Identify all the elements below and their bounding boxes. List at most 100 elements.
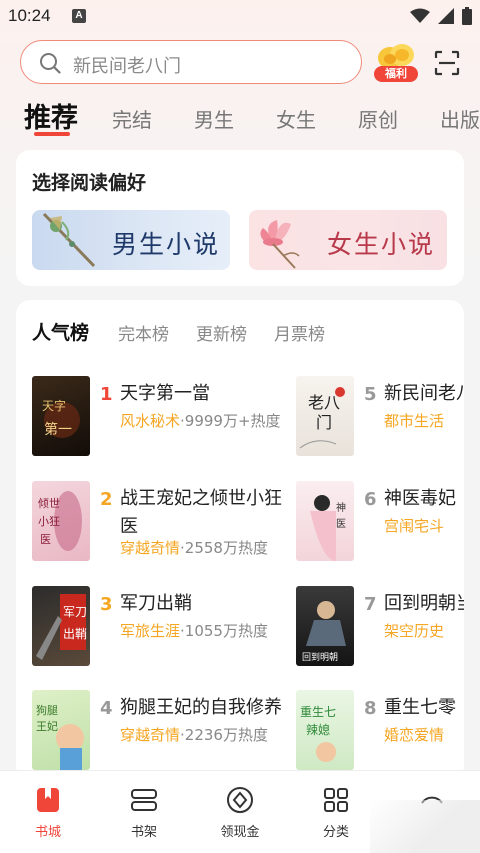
tab-finished[interactable]: 完本榜 [118, 320, 169, 345]
book-title: 重生七零 [384, 697, 456, 718]
svg-text:军刀: 军刀 [63, 605, 87, 619]
book-title: 回到明朝当少爷 [384, 593, 464, 614]
book-title: 军刀出鞘 [120, 593, 192, 614]
search-placeholder: 新民间老八门 [73, 56, 181, 77]
book-meta: 架空历史 [384, 620, 444, 641]
svg-text:老八: 老八 [308, 393, 340, 412]
book-cover: 狗腿 王妃 [32, 690, 90, 770]
book-genre: 宫闱宅斗 [384, 517, 445, 535]
book-meta: 穿越奇情·2558万热度 [120, 539, 268, 557]
wifi-icon [410, 8, 430, 23]
category-icon [321, 785, 351, 815]
svg-text:医: 医 [40, 533, 51, 546]
book-item[interactable]: 神医 6 神医毒妃 宫闱宅斗 [296, 481, 464, 563]
book-meta: 穿越奇情·2236万热度 [120, 726, 268, 744]
nav-label: 书架 [130, 825, 157, 840]
book-item[interactable]: 回到明朝 7 回到明朝当少爷 架空历史 [296, 586, 464, 668]
svg-text:倾世: 倾世 [38, 497, 60, 510]
watermark-overlay [370, 800, 480, 853]
svg-text:狗腿: 狗腿 [36, 704, 58, 717]
svg-text:小狂: 小狂 [38, 515, 60, 528]
svg-text:出鞘: 出鞘 [63, 627, 87, 641]
book-cover: 老八门 [296, 376, 354, 456]
book-heat: 2558万热度 [184, 539, 268, 557]
book-genre: 架空历史 [384, 622, 445, 640]
tab-completed[interactable]: 完结 [112, 104, 152, 133]
book-genre: 婚恋爱情 [384, 726, 445, 744]
book-cover: 神医 [296, 481, 354, 561]
tab-original[interactable]: 原创 [358, 104, 398, 133]
bookstore-icon [33, 785, 63, 815]
book-meta: 军旅生涯·1055万热度 [120, 622, 268, 640]
book-title: 神医毒妃 [384, 488, 456, 509]
battery-icon [462, 7, 472, 25]
search-icon [40, 53, 61, 74]
nav-label: 书城 [34, 825, 61, 840]
svg-text:辣媳: 辣媳 [306, 722, 330, 737]
book-heat: 1055万热度 [184, 622, 268, 640]
nav-category[interactable]: 分类 [301, 785, 371, 840]
rank-number: 7 [364, 594, 377, 615]
nav-bookshelf[interactable]: 书架 [109, 785, 179, 840]
book-meta: 宫闱宅斗 [384, 515, 444, 536]
book-title: 新民间老八门 [384, 383, 464, 404]
svg-text:医: 医 [336, 518, 346, 530]
book-title: 战王宠妃之倾世小狂医 [120, 488, 282, 537]
notification-badge-icon: A [72, 9, 86, 23]
book-item[interactable]: 重生七辣媳 8 重生七零 婚恋爱情 [296, 690, 464, 772]
female-novel-button[interactable]: 女生小说 [249, 210, 447, 270]
male-novel-button[interactable]: 男生小说 [32, 210, 230, 270]
male-novel-label: 男生小说 [112, 230, 221, 259]
ranking-card: 人气榜 完本榜 更新榜 月票榜 天字第一 1 天字第一當 风水秘术·9999万+… [16, 300, 464, 780]
book-title: 天字第一當 [120, 383, 210, 404]
book-genre: 风水秘术 [120, 412, 181, 430]
rank-number: 3 [100, 594, 113, 615]
svg-text:回到明朝: 回到明朝 [302, 651, 338, 663]
book-genre: 穿越奇情 [120, 726, 181, 744]
svg-text:门: 门 [316, 413, 332, 432]
rank-number: 8 [364, 698, 377, 719]
svg-text:天字: 天字 [42, 398, 66, 413]
book-genre: 都市生活 [384, 412, 445, 430]
signal-icon [438, 8, 454, 24]
book-item[interactable]: 老八门 5 新民间老八门 都市生活 [296, 376, 464, 458]
rank-number: 2 [100, 489, 113, 510]
tab-recommend[interactable]: 推荐 [24, 96, 78, 135]
category-tabs: 推荐 完结 男生 女生 原创 出版 [0, 96, 480, 138]
nav-label: 领现金 [220, 825, 260, 840]
welfare-label: 福利 [374, 66, 418, 82]
search-input[interactable]: 新民间老八门 [20, 40, 362, 84]
tab-publish[interactable]: 出版 [440, 104, 480, 133]
book-title: 狗腿王妃的自我修养 [120, 697, 282, 718]
svg-text:第一: 第一 [44, 421, 72, 438]
book-genre: 穿越奇情 [120, 539, 181, 557]
tab-male[interactable]: 男生 [194, 104, 234, 133]
nav-cash[interactable]: 领现金 [205, 785, 275, 840]
book-cover: 天字 第一 [32, 376, 90, 456]
svg-text:重生七: 重生七 [300, 705, 336, 719]
book-genre: 军旅生涯 [120, 622, 181, 640]
tab-popularity[interactable]: 人气榜 [32, 318, 89, 345]
tab-female[interactable]: 女生 [276, 104, 316, 133]
active-tab-indicator [34, 132, 70, 136]
rank-number: 6 [364, 489, 377, 510]
bookshelf-icon [129, 785, 159, 815]
tab-monthly-ticket[interactable]: 月票榜 [274, 320, 325, 345]
rank-number: 4 [100, 698, 113, 719]
book-cover: 倾世 小狂医 [32, 481, 90, 561]
rank-number: 1 [100, 384, 113, 405]
book-cover: 回到明朝 [296, 586, 354, 666]
tab-updated[interactable]: 更新榜 [196, 320, 247, 345]
reading-preference-card: 选择阅读偏好 男生小说 女生小说 [16, 150, 464, 286]
search-row: 新民间老八门 福利 [20, 40, 468, 86]
preference-title: 选择阅读偏好 [32, 172, 147, 194]
nav-bookstore[interactable]: 书城 [13, 785, 83, 840]
status-bar: 10:24 A [0, 0, 480, 34]
status-icons [410, 7, 472, 25]
book-meta: 风水秘术·9999万+热度 [120, 412, 281, 430]
welfare-button[interactable]: 福利 [372, 40, 420, 86]
svg-text:神: 神 [336, 501, 346, 514]
scan-icon[interactable] [434, 50, 460, 76]
book-heat: 9999万+热度 [184, 412, 281, 430]
sword-icon [42, 212, 96, 268]
